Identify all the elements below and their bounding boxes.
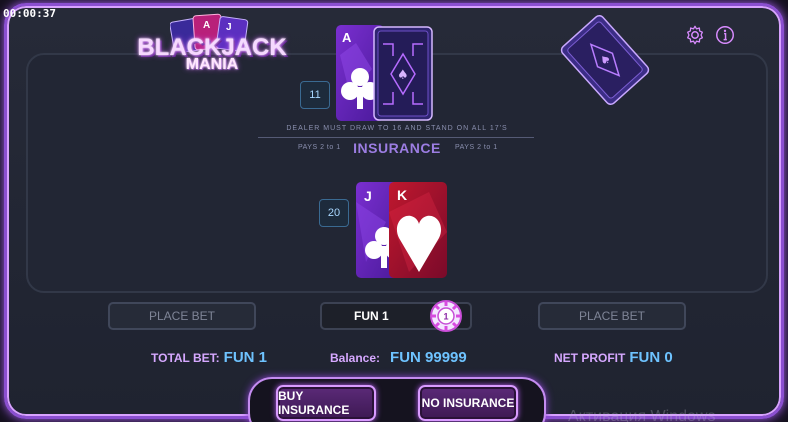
rule-divider [258, 137, 534, 138]
dealer-card-rank: A [342, 30, 352, 45]
svg-text:J: J [226, 22, 232, 33]
net-profit-label: NET PROFIT [554, 351, 626, 365]
os-watermark: Активация Windows [568, 408, 716, 422]
balance-value: FUN 99999 [390, 349, 467, 366]
info-icon[interactable] [714, 24, 736, 46]
total-bet-stat: TOTAL BET: FUN 1 [151, 349, 267, 366]
dealer-score: 11 [300, 81, 330, 109]
net-profit-value: FUN 0 [629, 349, 673, 366]
total-bet-value: FUN 1 [223, 349, 268, 366]
player-card2-rank: K [397, 187, 407, 203]
buy-insurance-button[interactable]: BUY INSURANCE [276, 385, 376, 421]
svg-text:♠: ♠ [397, 68, 409, 83]
session-timer: 00:00:37 [3, 7, 56, 20]
insurance-pays-left: PAYS 2 to 1 [298, 144, 341, 151]
balance-label: Balance: [330, 351, 381, 365]
chip-value: 1 [443, 312, 448, 322]
dealer-card-facedown: ♠ [373, 26, 433, 121]
gear-icon[interactable] [684, 24, 706, 46]
logo-subtitle: MANIA [185, 56, 239, 73]
balance-stat: Balance: FUN 99999 [330, 349, 467, 366]
place-bet-right[interactable]: PLACE BET [538, 302, 686, 330]
no-insurance-button[interactable]: NO INSURANCE [418, 385, 518, 421]
player-card-king-hearts: K [389, 182, 447, 278]
player-card1-rank: J [364, 188, 372, 204]
place-bet-left[interactable]: PLACE BET [108, 302, 256, 330]
game-logo: A J BLACKJACK MANIA [122, 12, 302, 78]
insurance-pays-right: PAYS 2 to 1 [455, 144, 498, 151]
dealer-rule-text: DEALER MUST DRAW TO 16 AND STAND ON ALL … [286, 125, 508, 132]
card-shoe: ♠ [560, 15, 650, 105]
total-bet-label: TOTAL BET: [151, 351, 220, 365]
bet-chip-icon: 1 [430, 300, 462, 332]
net-profit-stat: NET PROFIT FUN 0 [554, 349, 673, 366]
insurance-label: INSURANCE [353, 140, 441, 156]
svg-text:A: A [203, 20, 210, 31]
player-score: 20 [319, 199, 349, 227]
